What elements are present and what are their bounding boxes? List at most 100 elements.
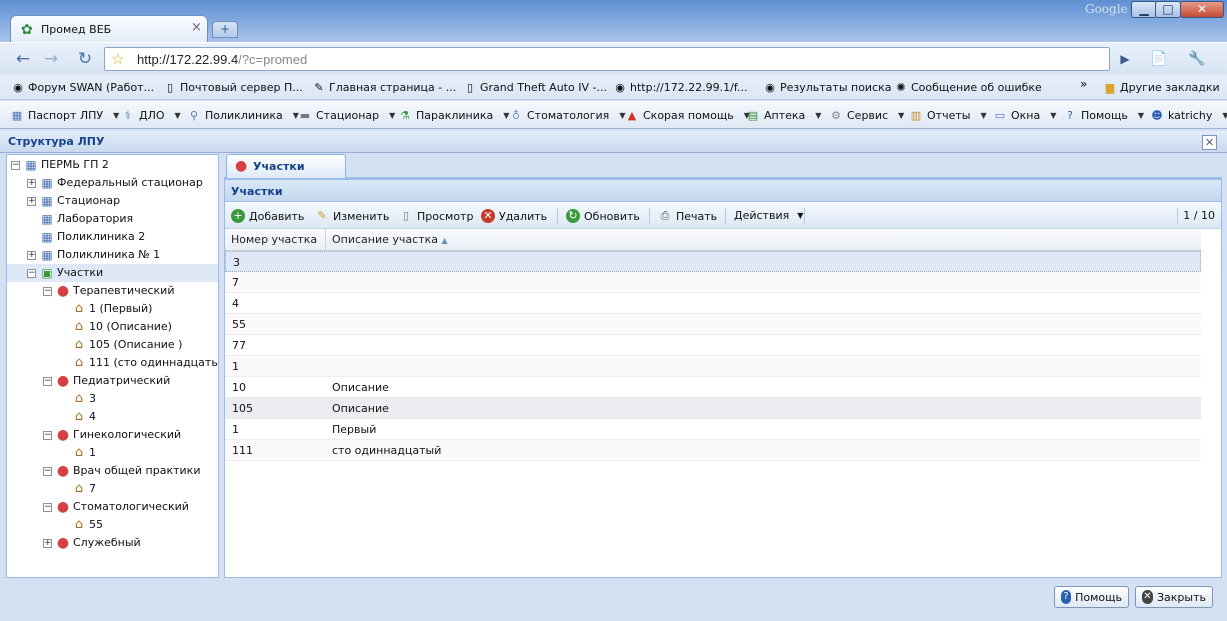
- table-row[interactable]: 1: [225, 356, 1201, 377]
- bookmark-item[interactable]: ✺ Сообщение об ошибке: [895, 81, 1041, 94]
- view-button[interactable]: ▯ Просмотр: [399, 209, 473, 223]
- window-close-button[interactable]: ✕: [1180, 1, 1224, 18]
- tree-leaf[interactable]: ⌂ 7: [71, 480, 96, 498]
- building-icon: ▦: [41, 194, 53, 208]
- tab-districts[interactable]: ● Участки: [226, 154, 346, 178]
- tree-leaf[interactable]: ⌂ 10 (Описание): [71, 318, 172, 336]
- back-icon[interactable]: ←: [10, 48, 36, 72]
- help-button[interactable]: ? Помощь: [1054, 586, 1129, 608]
- tree-node[interactable]: + ▦ Стационар: [27, 192, 120, 210]
- panel-header: Структура ЛПУ: [0, 131, 1227, 153]
- print-button[interactable]: ⎙ Печать: [658, 209, 718, 223]
- tree-leaf[interactable]: ⌂ 4: [71, 408, 96, 426]
- tree-node-selected[interactable]: − ▣ Участки: [7, 264, 218, 282]
- edit-button[interactable]: ✎ Изменить: [315, 209, 389, 223]
- tree-group[interactable]: − ● Гинекологический: [43, 426, 181, 444]
- tree-node-root[interactable]: − ▦ ПЕРМЬ ГП 2: [11, 156, 109, 174]
- menu-polyclinic[interactable]: ⚲ Поликлиника ▼: [187, 109, 299, 122]
- url-text: http://172.22.99.4/?c=promed: [137, 52, 308, 67]
- house-icon: ⌂: [74, 355, 84, 370]
- bookmark-item[interactable]: ◉ Форум SWAN (Работ...: [12, 81, 154, 94]
- tree-leaf[interactable]: ⌂ 3: [71, 390, 96, 408]
- menu-hospital[interactable]: ▬ Стационар ▼: [298, 109, 395, 122]
- reload-icon[interactable]: ↻: [72, 48, 98, 72]
- other-bookmarks[interactable]: ▆ Другие закладки: [1104, 81, 1220, 94]
- star-icon[interactable]: ☆: [111, 50, 124, 68]
- tools-menu-icon[interactable]: 🔧: [1184, 48, 1210, 72]
- menu-reports[interactable]: ▥ Отчеты ▼: [909, 109, 987, 122]
- table-row[interactable]: 105 Описание: [225, 398, 1201, 419]
- panel-close-button[interactable]: ✕: [1202, 135, 1217, 150]
- collapse-icon[interactable]: −: [43, 430, 52, 440]
- flask-icon: ⚗: [400, 109, 410, 122]
- actions-menu-button[interactable]: Действия ▼: [734, 209, 803, 222]
- collapse-icon[interactable]: −: [43, 376, 52, 386]
- forward-icon[interactable]: →: [38, 48, 64, 72]
- menu-user[interactable]: ☻ katrichy ▼: [1150, 109, 1227, 122]
- browser-tab[interactable]: ✿ Промед ВЕБ ×: [10, 15, 208, 42]
- table-row[interactable]: 4: [225, 293, 1201, 314]
- table-row[interactable]: 1 Первый: [225, 419, 1201, 440]
- menu-paraclinic[interactable]: ⚗ Параклиника ▼: [398, 109, 509, 122]
- expand-icon[interactable]: +: [27, 250, 36, 260]
- address-bar[interactable]: ☆ http://172.22.99.4/?c=promed: [104, 47, 1110, 71]
- collapse-icon[interactable]: −: [43, 502, 52, 512]
- table-row[interactable]: 55: [225, 314, 1201, 335]
- page-menu-icon[interactable]: 📄: [1146, 48, 1172, 72]
- tree-group[interactable]: − ● Врач общей практики: [43, 462, 200, 480]
- menu-help[interactable]: ? Помощь ▼: [1063, 109, 1144, 122]
- tree-leaf[interactable]: ⌂ 1: [71, 444, 96, 462]
- tree-group[interactable]: − ● Терапевтический: [43, 282, 174, 300]
- menu-dentistry[interactable]: ♁ Стоматология ▼: [509, 109, 626, 122]
- user-icon: ☻: [1151, 109, 1163, 122]
- menu-dlo[interactable]: ⚕ ДЛО ▼: [121, 109, 181, 122]
- bookmarks-overflow-button[interactable]: »: [1080, 77, 1087, 91]
- collapse-icon[interactable]: −: [43, 286, 52, 296]
- expand-icon[interactable]: +: [43, 538, 52, 548]
- bookmark-item[interactable]: ◉ http://172.22.99.1/f...: [614, 81, 747, 94]
- add-button[interactable]: + Добавить: [231, 209, 304, 223]
- bookmark-item[interactable]: ▯ Grand Theft Auto IV -...: [464, 81, 607, 94]
- tab-close-icon[interactable]: ×: [191, 20, 202, 35]
- table-row[interactable]: 77: [225, 335, 1201, 356]
- collapse-icon[interactable]: −: [11, 160, 20, 170]
- tree-group[interactable]: + ● Служебный: [43, 534, 141, 552]
- go-icon[interactable]: ▶: [1112, 48, 1138, 72]
- tree-leaf[interactable]: ⌂ 55: [71, 516, 103, 534]
- bookmark-item[interactable]: ◉ Результаты поиска: [764, 81, 891, 94]
- toolbar-separator: [649, 208, 650, 224]
- table-row[interactable]: 111 сто одиннадцатый: [225, 440, 1201, 461]
- column-header-description[interactable]: Описание участка ▲: [326, 229, 1201, 251]
- tree-node[interactable]: + ▦ Федеральный стационар: [27, 174, 203, 192]
- table-row[interactable]: 10 Описание: [225, 377, 1201, 398]
- bookmark-item[interactable]: ▯ Почтовый сервер П...: [164, 81, 303, 94]
- tree-node[interactable]: ▦ Поликлиника 2: [39, 228, 145, 246]
- refresh-button[interactable]: ↻ Обновить: [566, 209, 640, 223]
- bookmark-item[interactable]: ✎ Главная страница - ...: [313, 81, 456, 94]
- house-icon: ⌂: [74, 391, 84, 406]
- tree-leaf[interactable]: ⌂ 105 (Описание ): [71, 336, 183, 354]
- tree-node[interactable]: + ▦ Поликлиника № 1: [27, 246, 160, 264]
- menu-service[interactable]: ⚙ Сервис ▼: [829, 109, 904, 122]
- tree-group[interactable]: − ● Стоматологический: [43, 498, 189, 516]
- maximize-button[interactable]: □: [1155, 1, 1181, 18]
- menu-ambulance[interactable]: ▲ Скорая помощь ▼: [625, 109, 750, 122]
- column-header-number[interactable]: Номер участка: [225, 229, 326, 251]
- tree-node[interactable]: ▦ Лаборатория: [39, 210, 133, 228]
- delete-button[interactable]: ✕ Удалить: [481, 209, 547, 223]
- menu-passport[interactable]: ▦ Паспорт ЛПУ ▼: [10, 109, 119, 122]
- expand-icon[interactable]: +: [27, 196, 36, 206]
- expand-icon[interactable]: +: [27, 178, 36, 188]
- collapse-icon[interactable]: −: [43, 466, 52, 476]
- table-row[interactable]: 3: [225, 251, 1201, 272]
- menu-pharmacy[interactable]: ▤ Аптека ▼: [746, 109, 822, 122]
- collapse-icon[interactable]: −: [27, 268, 36, 278]
- close-button[interactable]: ✕ Закрыть: [1135, 586, 1213, 608]
- tree-leaf[interactable]: ⌂ 1 (Первый): [71, 300, 153, 318]
- tree-leaf[interactable]: ⌂ 111 (сто одиннадцатый): [71, 354, 218, 372]
- menu-windows[interactable]: ▭ Окна ▼: [993, 109, 1057, 122]
- new-tab-button[interactable]: +: [212, 21, 238, 38]
- tree-group[interactable]: − ● Педиатрический: [43, 372, 170, 390]
- minimize-button[interactable]: ▁: [1131, 1, 1157, 18]
- table-row[interactable]: 7: [225, 272, 1201, 293]
